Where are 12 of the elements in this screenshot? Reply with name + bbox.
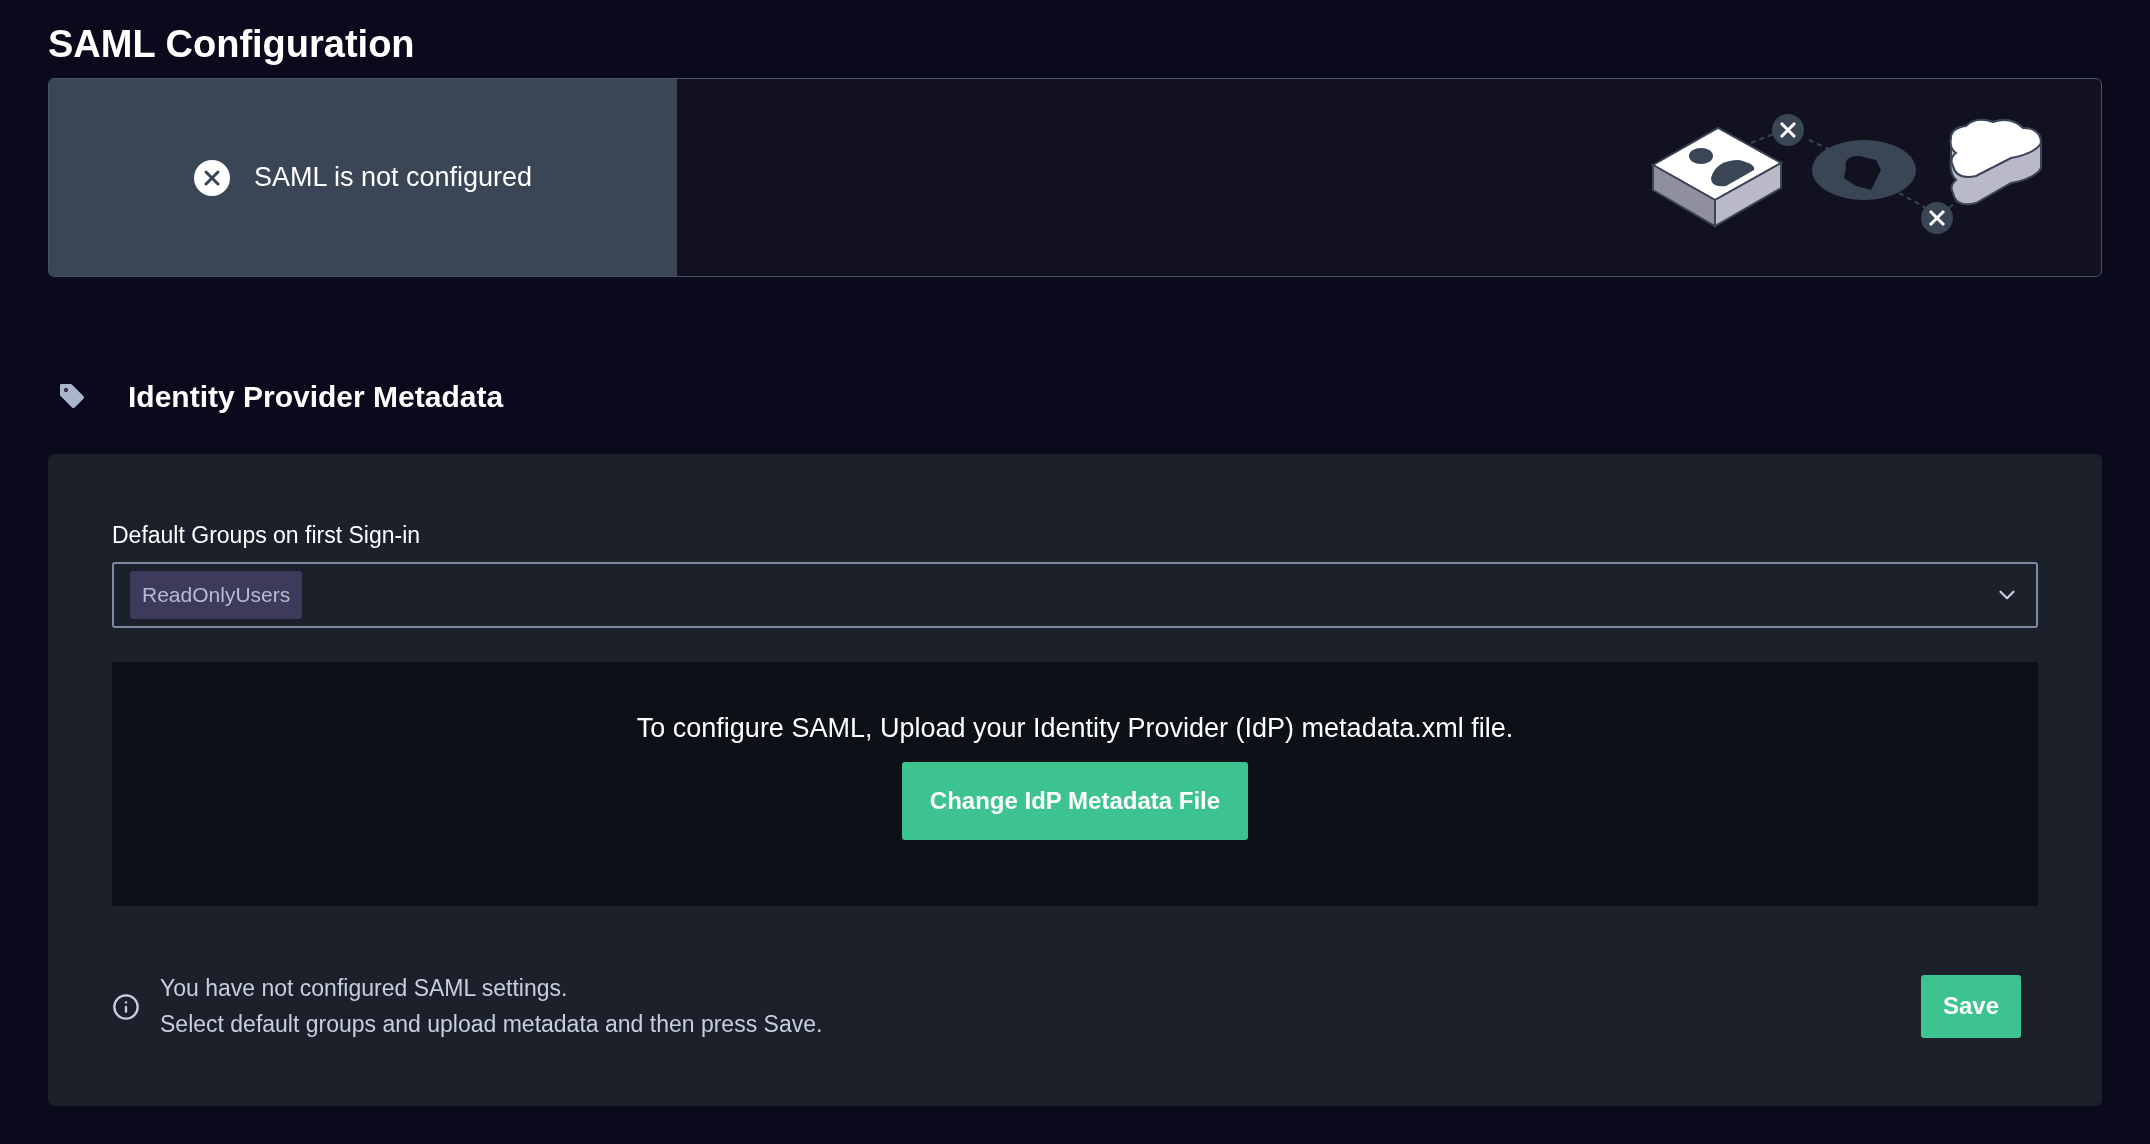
save-button[interactable]: Save	[1921, 974, 2021, 1038]
notice-text: Select default groups and upload metadata and then press Save.	[160, 1010, 823, 1039]
upload-instructions: To configure SAML, Upload your Identity Provider (IdP) metadata.xml file.	[636, 712, 1514, 745]
page-title: SAML Configuration	[48, 22, 415, 67]
group-tag: ReadOnlyUsers	[130, 571, 303, 619]
field-label: Default Groups on first Sign-in	[112, 521, 421, 550]
groups-select[interactable]: ReadOnlyUsers	[112, 562, 2038, 628]
status-text: SAML is not configured	[253, 161, 533, 195]
notice-text: You have not configured SAML settings.	[160, 974, 568, 1003]
info-icon	[112, 993, 140, 1021]
section-title: Identity Provider Metadata	[128, 378, 504, 415]
change-metadata-button[interactable]: Change IdP Metadata File	[902, 762, 1248, 840]
